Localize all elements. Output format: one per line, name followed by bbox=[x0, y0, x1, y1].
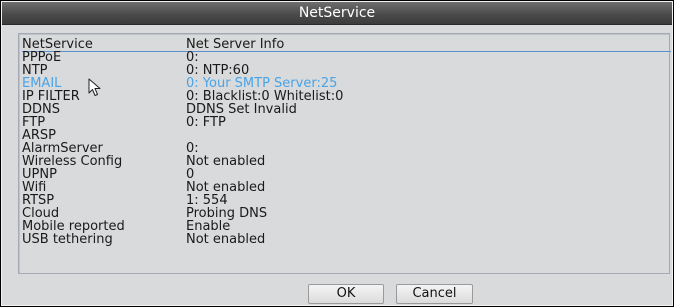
list-item[interactable]: UPNP 0 bbox=[22, 168, 667, 181]
service-name: USB tethering bbox=[22, 232, 113, 247]
list-item[interactable]: RTSP 1: 554 bbox=[22, 194, 667, 207]
list-item[interactable]: USB tethering Not enabled bbox=[22, 233, 667, 246]
service-info: 0: FTP bbox=[186, 115, 226, 130]
header-col-info: Net Server Info bbox=[186, 37, 285, 52]
service-info: Not enabled bbox=[186, 154, 266, 169]
list-item[interactable]: Wireless Config Not enabled bbox=[22, 155, 667, 168]
list-item[interactable]: NTP 0: NTP:60 bbox=[22, 64, 667, 77]
list-item[interactable]: ARSP bbox=[22, 129, 667, 142]
ok-button[interactable]: OK bbox=[308, 284, 384, 304]
list-item[interactable]: Mobile reported Enable bbox=[22, 220, 667, 233]
netservice-dialog: NetService NetService Net Server Info PP… bbox=[1, 1, 673, 306]
list-item[interactable]: PPPoE 0: bbox=[22, 51, 667, 64]
header-row: NetService Net Server Info bbox=[22, 38, 667, 51]
list-item[interactable]: Wifi Not enabled bbox=[22, 181, 667, 194]
list-item[interactable]: IP FILTER 0: Blacklist:0 Whitelist:0 bbox=[22, 90, 667, 103]
list-header: NetService Net Server Info bbox=[22, 38, 671, 52]
service-info: Not enabled bbox=[186, 232, 266, 247]
list-item[interactable]: DDNS DDNS Set Invalid bbox=[22, 103, 667, 116]
list-item-selected[interactable]: EMAIL 0: Your SMTP Server:25 bbox=[22, 77, 667, 90]
dialog-title: NetService bbox=[2, 2, 672, 25]
netservice-list[interactable]: NetService Net Server Info PPPoE 0: NTP … bbox=[18, 33, 671, 274]
mouse-pointer-icon bbox=[88, 78, 101, 96]
cancel-button[interactable]: Cancel bbox=[396, 284, 473, 304]
list-item[interactable]: FTP 0: FTP bbox=[22, 116, 667, 129]
